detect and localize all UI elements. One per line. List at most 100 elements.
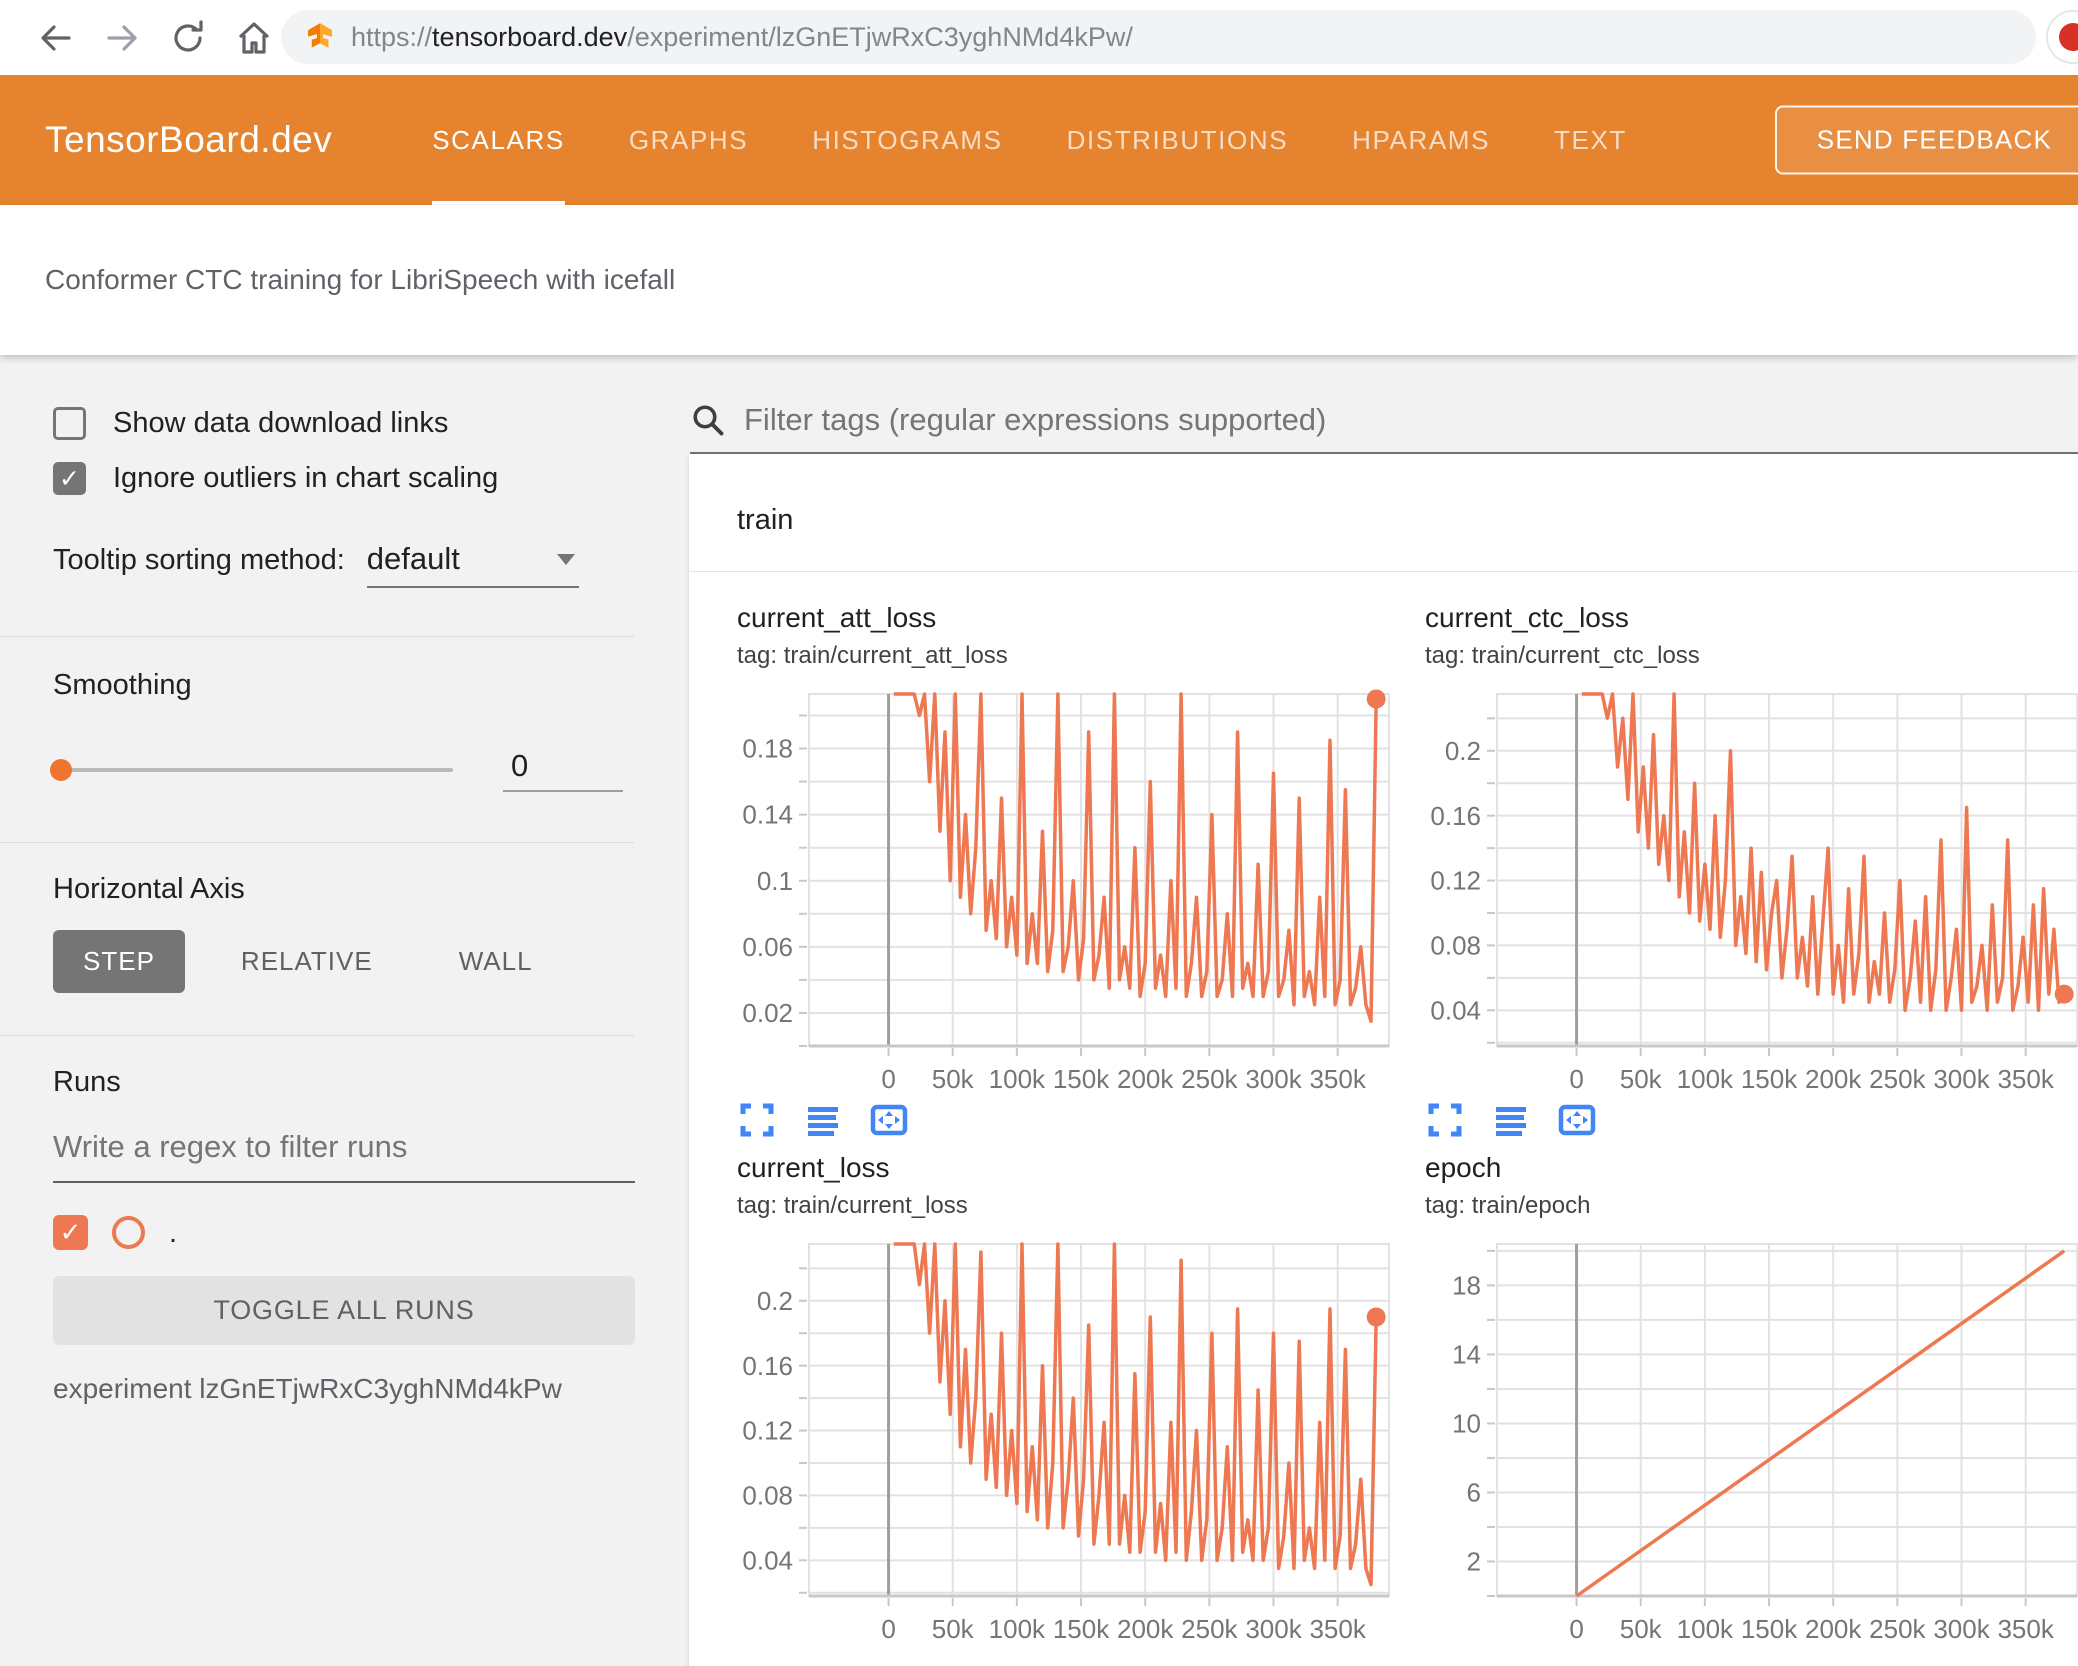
run-checkbox-checked-icon[interactable]: ✓ (53, 1215, 88, 1250)
tooltip-sorting-label: Tooltip sorting method: (53, 544, 345, 576)
checkbox-label: Show data download links (113, 407, 449, 439)
svg-text:100k: 100k (989, 1064, 1046, 1094)
line-chart[interactable]: 2 6 10 14 18 0 50k 100k 150k 200k 250k 300k 350k (1425, 1236, 2078, 1644)
svg-text:0: 0 (881, 1064, 895, 1094)
svg-text:150k: 150k (1741, 1064, 1798, 1094)
url-bar[interactable]: https://tensorboard.dev/experiment/lzGnE… (281, 10, 2036, 64)
svg-text:200k: 200k (1805, 1614, 1862, 1644)
toggle-all-runs-button[interactable]: TOGGLE ALL RUNS (53, 1276, 635, 1345)
tab-text[interactable]: TEXT (1554, 75, 1627, 205)
svg-text:150k: 150k (1053, 1064, 1110, 1094)
svg-text:300k: 300k (1245, 1064, 1302, 1094)
forward-icon[interactable] (102, 18, 142, 58)
svg-text:6: 6 (1467, 1478, 1481, 1508)
checkbox-unchecked-icon[interactable] (53, 407, 86, 440)
filter-tags-placeholder: Filter tags (regular expressions support… (744, 402, 1327, 437)
svg-text:50k: 50k (932, 1614, 975, 1644)
tab-histograms[interactable]: HISTOGRAMS (812, 75, 1002, 205)
chart-current-att-loss: current_att_loss tag: train/current_att_… (737, 602, 1397, 1140)
svg-text:0.2: 0.2 (757, 1286, 793, 1316)
svg-text:0.18: 0.18 (742, 734, 793, 764)
svg-text:0.06: 0.06 (742, 932, 793, 962)
svg-text:350k: 350k (1997, 1614, 2054, 1644)
chart-title: epoch (1425, 1152, 1502, 1183)
svg-text:0.1: 0.1 (757, 866, 793, 896)
tab-graphs[interactable]: GRAPHS (629, 75, 748, 205)
smoothing-value-input[interactable]: 0 (503, 748, 623, 792)
show-download-links-checkbox-row[interactable]: Show data download links (53, 407, 634, 440)
log-scale-icon[interactable] (803, 1100, 843, 1140)
experiment-subtitle-band: Conformer CTC training for LibriSpeech w… (0, 205, 2078, 355)
reload-icon[interactable] (168, 18, 208, 58)
relative-button[interactable]: RELATIVE (211, 930, 403, 993)
tab-hparams[interactable]: HPARAMS (1352, 75, 1490, 205)
search-icon (693, 405, 724, 436)
line-chart[interactable]: 0.040.080.120.160.20 50k 100k 150k 200k 250k 3… (1425, 686, 2078, 1094)
line-chart[interactable]: 0.040.080.120.160.20 50k 100k 150k 200k 250k 3… (737, 1236, 1397, 1644)
svg-text:200k: 200k (1117, 1614, 1174, 1644)
app-logo: TensorBoard.dev (45, 119, 333, 160)
svg-text:0.02: 0.02 (742, 998, 793, 1028)
svg-text:100k: 100k (1677, 1614, 1734, 1644)
chart-toolbar (1425, 1100, 2078, 1140)
tab-scalars[interactable]: SCALARS (432, 75, 565, 205)
checkbox-checked-icon[interactable]: ✓ (53, 462, 86, 495)
svg-text:200k: 200k (1117, 1064, 1174, 1094)
run-row: ✓ . (53, 1215, 634, 1250)
back-icon[interactable] (36, 18, 76, 58)
line-chart[interactable]: 0.020.060.10.140.180 50k 100k 150k 200k 250k 3… (737, 686, 1397, 1094)
horizontal-axis-buttons: STEP RELATIVE WALL (53, 930, 634, 993)
svg-text:0.16: 0.16 (742, 1351, 793, 1381)
svg-text:0.16: 0.16 (1430, 801, 1481, 831)
chart-tag: tag: train/current_loss (737, 1192, 968, 1219)
svg-text:0.12: 0.12 (1430, 866, 1481, 896)
smoothing-slider[interactable] (50, 759, 453, 781)
run-color-circle-icon[interactable] (112, 1216, 145, 1249)
content: Show data download links ✓ Ignore outlie… (0, 355, 2078, 1666)
slider-thumb[interactable] (50, 759, 72, 781)
log-scale-icon[interactable] (1491, 1100, 1531, 1140)
svg-text:250k: 250k (1869, 1614, 1926, 1644)
svg-text:10: 10 (1452, 1409, 1481, 1439)
chart-title: current_ctc_loss (1425, 602, 1629, 633)
svg-text:0: 0 (1569, 1064, 1583, 1094)
svg-text:350k: 350k (1997, 1064, 2054, 1094)
main-panel: Filter tags (regular expressions support… (660, 355, 2078, 1666)
browser-avatar[interactable] (2046, 10, 2078, 64)
smoothing-slider-row: 0 (50, 748, 634, 792)
checkbox-label: Ignore outliers in chart scaling (113, 462, 499, 494)
step-button[interactable]: STEP (53, 930, 185, 993)
app-header: TensorBoard.dev SCALARS GRAPHS HISTOGRAM… (0, 75, 2078, 205)
svg-text:0.2: 0.2 (1445, 736, 1481, 766)
home-icon[interactable] (234, 18, 274, 58)
chart-toolbar (737, 1100, 1397, 1140)
ignore-outliers-checkbox-row[interactable]: ✓ Ignore outliers in chart scaling (53, 462, 634, 495)
charts-grid: current_att_loss tag: train/current_att_… (689, 572, 2078, 1644)
page: https://tensorboard.dev/experiment/lzGnE… (0, 0, 2078, 1666)
svg-text:150k: 150k (1741, 1614, 1798, 1644)
svg-text:100k: 100k (1677, 1064, 1734, 1094)
svg-text:0.04: 0.04 (742, 1545, 793, 1575)
filter-tags-input[interactable]: Filter tags (regular expressions support… (690, 402, 2078, 454)
settings-sidebar: Show data download links ✓ Ignore outlie… (0, 355, 660, 1666)
svg-text:0.04: 0.04 (1430, 995, 1481, 1025)
experiment-subtitle: Conformer CTC training for LibriSpeech w… (45, 264, 676, 295)
chart-epoch: epoch tag: train/epoch 2 6 10 14 18 0 50k 100k 1… (1425, 1152, 2078, 1644)
fit-domain-icon[interactable] (1557, 1100, 1597, 1140)
runs-label: Runs (53, 1066, 121, 1098)
fit-domain-icon[interactable] (869, 1100, 909, 1140)
chevron-down-icon (556, 553, 575, 565)
send-feedback-button[interactable]: SEND FEEDBACK (1774, 105, 2078, 175)
tooltip-sorting-select[interactable]: default (366, 541, 579, 588)
wall-button[interactable]: WALL (429, 930, 563, 993)
chart-title: current_att_loss (737, 602, 937, 633)
fullscreen-icon[interactable] (1425, 1100, 1465, 1140)
chart-current-loss: current_loss tag: train/current_loss 0.0… (737, 1152, 1397, 1644)
section-title[interactable]: train (689, 454, 2078, 572)
svg-text:0.14: 0.14 (742, 800, 793, 830)
runs-filter-input[interactable]: Write a regex to filter runs (53, 1129, 635, 1183)
tab-distributions[interactable]: DISTRIBUTIONS (1067, 75, 1289, 205)
tooltip-sorting-value: default (366, 541, 460, 576)
horizontal-axis-label: Horizontal Axis (53, 873, 245, 905)
fullscreen-icon[interactable] (737, 1100, 777, 1140)
